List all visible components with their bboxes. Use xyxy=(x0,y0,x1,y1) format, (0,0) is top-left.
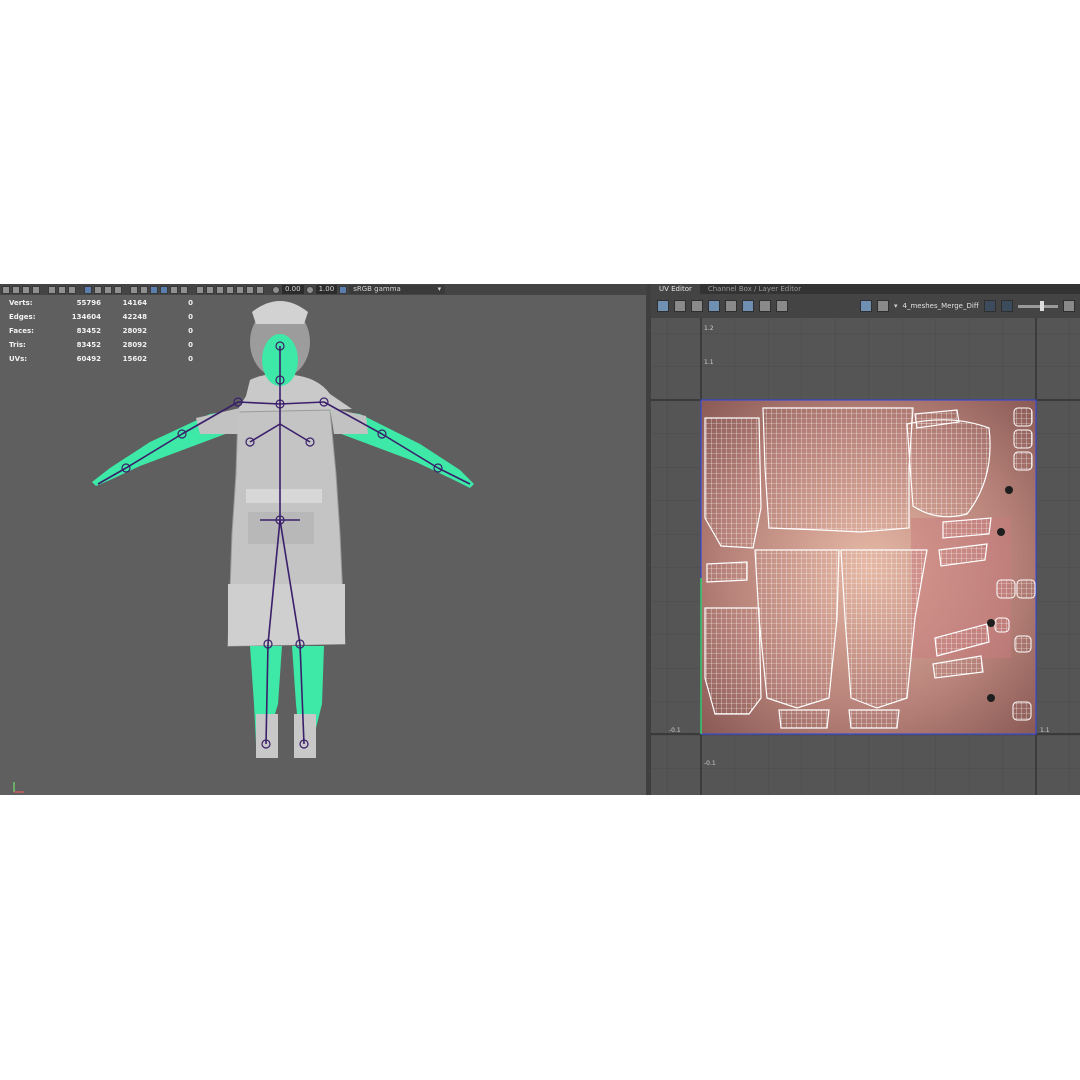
uv-toolbar: ▾ 4_meshes_Merge_Diff xyxy=(651,294,1080,318)
hud-row-tris: Tris: 83452 28092 0 xyxy=(9,338,193,352)
chevron-down-icon: ▾ xyxy=(437,285,442,293)
hud-selected: 28092 xyxy=(122,327,147,335)
texture-name-dropdown[interactable]: 4_meshes_Merge_Diff xyxy=(903,302,979,310)
resolution-gate-icon[interactable] xyxy=(94,285,102,294)
perspective-viewport[interactable]: 0.00 1.00 sRGB gamma ▾ Verts: 55796 1416… xyxy=(0,284,646,795)
hud-selected: 42248 xyxy=(122,313,147,321)
hud-row-edges: Edges: 134604 42248 0 xyxy=(9,310,193,324)
image-display-icon[interactable] xyxy=(860,300,872,312)
camera-attributes-icon[interactable] xyxy=(12,285,20,294)
color-space-label: sRGB gamma xyxy=(353,285,401,293)
image-ratio-icon[interactable] xyxy=(1062,300,1075,312)
checker-icon[interactable] xyxy=(691,300,703,312)
screenshot-icon[interactable] xyxy=(776,300,788,312)
chevron-down-icon[interactable]: ▾ xyxy=(894,302,898,310)
uv-axis-label-top: 1.2 xyxy=(704,325,714,332)
motion-blur-icon[interactable] xyxy=(236,285,244,294)
hud-label: Tris: xyxy=(9,341,26,349)
hud-row-uvs: UVs: 60492 15602 0 xyxy=(9,352,193,366)
uv-editor-panel[interactable]: UV Editor Channel Box / Layer Editor ▾ 4… xyxy=(651,284,1080,795)
color-management-icon[interactable] xyxy=(339,285,348,294)
color-space-dropdown[interactable]: sRGB gamma ▾ xyxy=(349,285,446,294)
film-gate-icon[interactable] xyxy=(84,285,92,294)
bookmark-icon[interactable] xyxy=(22,285,30,294)
uv-tab-bar: UV Editor Channel Box / Layer Editor xyxy=(651,284,1080,294)
hud-label: UVs: xyxy=(9,355,28,363)
axis-gizmo-icon xyxy=(13,782,24,793)
depth-of-field-icon[interactable] xyxy=(256,285,264,294)
anti-alias-icon[interactable] xyxy=(246,285,254,294)
field-chart-icon[interactable] xyxy=(114,285,122,294)
slider-knob[interactable] xyxy=(1039,300,1044,311)
wireframe-on-shaded-icon[interactable] xyxy=(150,285,158,294)
hud-selected: 15602 xyxy=(122,355,147,363)
exposure-field[interactable]: 0.00 xyxy=(282,285,304,294)
uv-canvas[interactable] xyxy=(651,318,1080,795)
hud-selected: 28092 xyxy=(122,341,147,349)
uv-distortion-icon[interactable] xyxy=(674,300,686,312)
xray-icon[interactable] xyxy=(196,285,204,294)
hud-row-verts: Verts: 55796 14164 0 xyxy=(9,296,193,310)
uv-snap-grid-icon[interactable] xyxy=(742,300,754,312)
tab-uv-editor[interactable]: UV Editor xyxy=(651,284,700,294)
grease-pencil-icon[interactable] xyxy=(48,285,56,294)
uv-axis-label-left: -0.1 xyxy=(669,727,681,734)
select-camera-icon[interactable] xyxy=(2,285,10,294)
texture-borders-icon[interactable] xyxy=(725,300,737,312)
shadows-icon[interactable] xyxy=(180,285,188,294)
hud-extra: 0 xyxy=(188,299,193,307)
smooth-shade-icon[interactable] xyxy=(140,285,148,294)
hud-extra: 0 xyxy=(188,355,193,363)
wireframe-icon[interactable] xyxy=(130,285,138,294)
xray-joints-icon[interactable] xyxy=(206,285,214,294)
hud-extra: 0 xyxy=(188,313,193,321)
use-all-lights-icon[interactable] xyxy=(170,285,178,294)
textured-icon[interactable] xyxy=(160,285,168,294)
exposure-toggle-icon[interactable] xyxy=(1000,300,1013,312)
maya-workspace: 0.00 1.00 sRGB gamma ▾ Verts: 55796 1416… xyxy=(0,284,1080,795)
hud-label: Edges: xyxy=(9,313,36,321)
hud-total: 83452 xyxy=(76,327,101,335)
isolate-select-icon[interactable] xyxy=(216,285,224,294)
hud-total: 60492 xyxy=(76,355,101,363)
hud-selected: 14164 xyxy=(122,299,147,307)
hud-extra: 0 xyxy=(188,341,193,349)
hud-row-faces: Faces: 83452 28092 0 xyxy=(9,324,193,338)
uv-grid-icon[interactable] xyxy=(657,300,669,312)
2d-pan-zoom-icon[interactable] xyxy=(58,285,66,294)
hud-total: 83452 xyxy=(76,341,101,349)
pixel-snap-icon[interactable] xyxy=(759,300,771,312)
dim-image-slider[interactable] xyxy=(1017,300,1058,311)
gamma-field[interactable]: 1.00 xyxy=(315,285,338,294)
gamma-icon[interactable] xyxy=(305,285,314,294)
hud-extra: 0 xyxy=(188,327,193,335)
uv-axis-label-mid: 1.1 xyxy=(704,359,714,366)
hud-total: 134604 xyxy=(71,313,101,321)
hud-total: 55796 xyxy=(76,299,101,307)
color-channel-icon[interactable] xyxy=(983,300,996,312)
shaded-uv-icon[interactable] xyxy=(708,300,720,312)
uv-axis-label-bottom: -0.1 xyxy=(704,760,716,767)
hud-label: Verts: xyxy=(9,299,33,307)
checker-display-icon[interactable] xyxy=(877,300,889,312)
poly-count-hud: Verts: 55796 14164 0 Edges: 134604 42248… xyxy=(9,296,193,366)
grid-icon[interactable] xyxy=(68,285,76,294)
gate-mask-icon[interactable] xyxy=(104,285,112,294)
tab-channel-box-layer-editor[interactable]: Channel Box / Layer Editor xyxy=(700,284,809,294)
uv-axis-label-right: 1.1 xyxy=(1040,727,1050,734)
hud-label: Faces: xyxy=(9,327,34,335)
viewport-toolbar: 0.00 1.00 sRGB gamma ▾ xyxy=(0,284,646,295)
exposure-icon[interactable] xyxy=(272,285,280,294)
image-plane-icon[interactable] xyxy=(32,285,40,294)
screen-space-ao-icon[interactable] xyxy=(226,285,234,294)
